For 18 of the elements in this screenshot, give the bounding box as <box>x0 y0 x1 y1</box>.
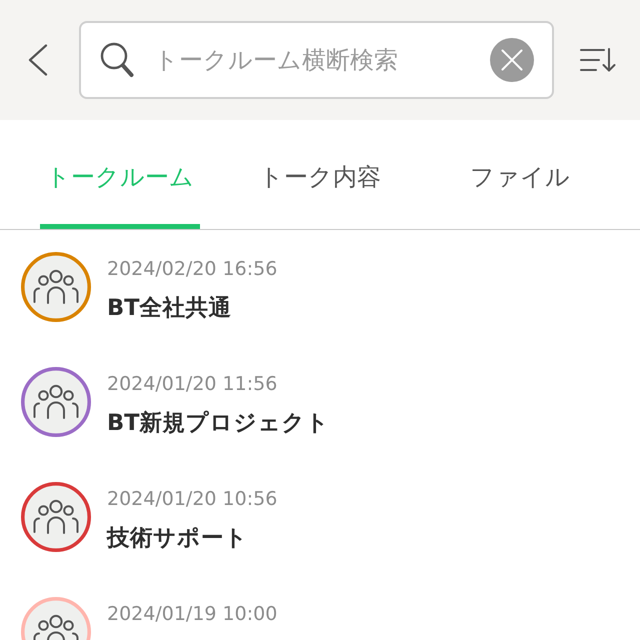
sort-button[interactable] <box>579 47 617 73</box>
room-timestamp: 2024/01/19 10:00 <box>107 602 278 627</box>
clear-button[interactable] <box>490 38 534 82</box>
search-field[interactable]: トークルーム横断検索 <box>79 21 554 99</box>
back-button[interactable] <box>27 44 49 76</box>
room-name[interactable]: BT全社共通 <box>107 293 278 323</box>
back-chevron-icon <box>27 44 49 76</box>
tab[interactable]: トーク内容 <box>253 120 387 229</box>
room-timestamp: 2024/01/20 11:56 <box>107 372 278 397</box>
room-name[interactable]: 技術サポート <box>107 523 278 553</box>
room-name[interactable]: BT新規プロジェクト <box>107 408 330 438</box>
close-icon <box>501 49 523 71</box>
search-input[interactable]: トークルーム横断検索 <box>154 44 482 76</box>
search-icon <box>100 42 134 78</box>
sort-icon <box>579 47 617 73</box>
room-timestamp: 2024/01/20 10:56 <box>107 487 278 512</box>
room-timestamp: 2024/02/20 16:56 <box>107 257 278 282</box>
tab[interactable]: ファイル <box>464 120 576 229</box>
